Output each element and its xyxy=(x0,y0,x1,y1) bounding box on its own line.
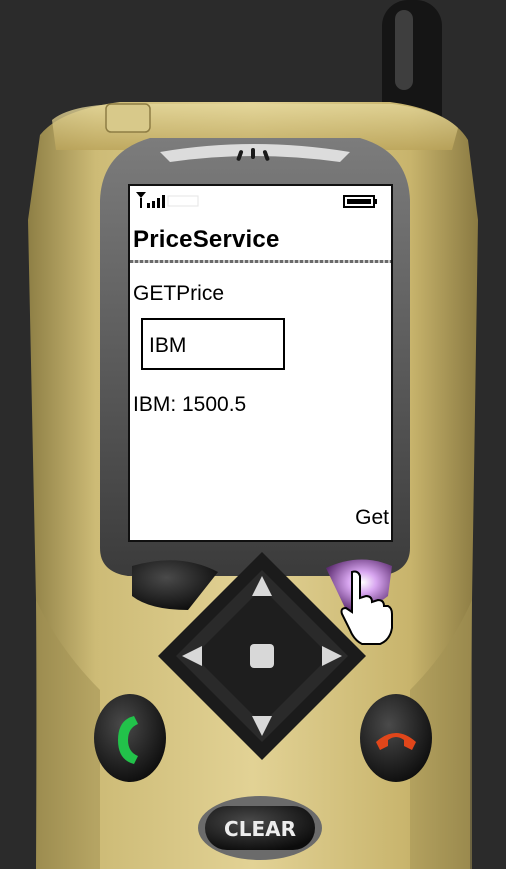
select-button[interactable] xyxy=(250,644,274,668)
end-call-button[interactable] xyxy=(360,694,432,782)
get-softkey-label[interactable]: Get xyxy=(355,506,389,530)
title-divider xyxy=(130,260,391,263)
clear-button-label: CLEAR xyxy=(224,817,296,841)
app-title: PriceService xyxy=(133,226,280,253)
battery-icon xyxy=(343,195,377,208)
symbol-input-value: IBM xyxy=(149,334,187,357)
call-button[interactable] xyxy=(94,694,166,782)
symbol-input[interactable]: IBM xyxy=(141,318,285,370)
price-result: IBM: 1500.5 xyxy=(133,393,247,416)
phone-screen: PriceService GETPrice IBM IBM: 1500.5 Ge… xyxy=(130,186,391,540)
status-bar xyxy=(136,192,377,208)
get-price-label: GETPrice xyxy=(133,282,225,305)
signal-strength-icon xyxy=(136,192,199,208)
